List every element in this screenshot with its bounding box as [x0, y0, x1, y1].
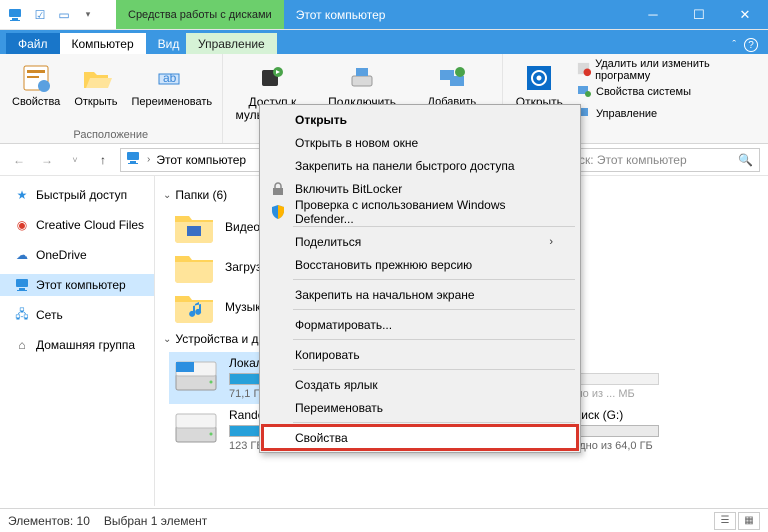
- ctx-defender[interactable]: Проверка с использованием Windows Defend…: [263, 200, 577, 223]
- tab-file[interactable]: Файл: [6, 33, 60, 54]
- ctx-copy[interactable]: Копировать: [263, 343, 577, 366]
- uninstall-icon: [576, 61, 591, 77]
- nav-creative-cloud[interactable]: ◉Creative Cloud Files: [0, 214, 154, 236]
- svg-text:ab: ab: [163, 71, 177, 85]
- ribbon-collapse-icon[interactable]: ˆ: [732, 39, 736, 51]
- ribbon-sysprops-button[interactable]: Свойства системы: [572, 80, 762, 102]
- ribbon-manage-button[interactable]: Управление: [572, 102, 762, 124]
- settings-open-icon: [523, 62, 555, 94]
- address-pc-icon: [125, 150, 141, 169]
- properties-icon: [20, 62, 52, 94]
- view-icons-button[interactable]: ▦: [738, 512, 760, 530]
- ctx-new-window[interactable]: Открыть в новом окне: [263, 131, 577, 154]
- ctx-properties[interactable]: Свойства: [263, 426, 577, 449]
- drive-icon: [173, 356, 219, 396]
- nav-network[interactable]: 🖧Сеть: [0, 304, 154, 326]
- ctx-shortcut[interactable]: Создать ярлык: [263, 373, 577, 396]
- minimize-button[interactable]: ─: [630, 0, 676, 29]
- shield-icon: [269, 203, 287, 221]
- qat-dropdown-icon[interactable]: ▾: [80, 8, 96, 22]
- star-icon: ★: [14, 187, 30, 203]
- nav-forward-button[interactable]: →: [36, 149, 58, 171]
- bitlocker-icon: [269, 180, 287, 198]
- ribbon-properties-button[interactable]: Свойства: [6, 58, 66, 127]
- ribbon-group-location: Расположение: [6, 127, 216, 141]
- open-icon: [80, 62, 112, 94]
- status-item-count: Элементов: 10: [8, 514, 90, 528]
- network-icon: 🖧: [14, 307, 30, 323]
- search-icon: 🔍: [738, 153, 753, 167]
- status-selected: Выбран 1 элемент: [104, 514, 207, 528]
- qat-properties-icon[interactable]: ▭: [56, 8, 72, 22]
- ctx-restore[interactable]: Восстановить прежнюю версию: [263, 253, 577, 276]
- map-drive-icon: [346, 62, 378, 94]
- view-details-button[interactable]: ☰: [714, 512, 736, 530]
- tab-computer[interactable]: Компьютер: [60, 33, 146, 54]
- ctx-open[interactable]: Открыть: [263, 108, 577, 131]
- help-icon[interactable]: ?: [744, 38, 758, 52]
- context-menu: Открыть Открыть в новом окне Закрепить н…: [259, 104, 581, 453]
- folder-icon: [173, 250, 215, 284]
- homegroup-icon: ⌂: [14, 337, 30, 353]
- nav-up-button[interactable]: ↑: [92, 149, 114, 171]
- ctx-pin-start[interactable]: Закрепить на начальном экране: [263, 283, 577, 306]
- ctx-rename[interactable]: Переименовать: [263, 396, 577, 419]
- chevron-right-icon: ›: [549, 236, 553, 248]
- ctx-pin-quick[interactable]: Закрепить на панели быстрого доступа: [263, 154, 577, 177]
- cc-icon: ◉: [14, 217, 30, 233]
- nav-recent-button[interactable]: ˅: [64, 149, 86, 171]
- ctx-format[interactable]: Форматировать...: [263, 313, 577, 336]
- nav-quick-access[interactable]: ★Быстрый доступ: [0, 184, 154, 206]
- tab-view[interactable]: Вид: [146, 33, 192, 54]
- search-input[interactable]: Поиск: Этот компьютер 🔍: [550, 148, 760, 172]
- qat-checkbox-icon[interactable]: ☑: [32, 8, 48, 22]
- window-title: Этот компьютер: [284, 0, 630, 29]
- contextual-tab-label: Средства работы с дисками: [116, 0, 284, 29]
- breadcrumb-item[interactable]: Этот компьютер: [156, 153, 246, 167]
- nav-homegroup[interactable]: ⌂Домашняя группа: [0, 334, 154, 356]
- folder-icon: [173, 210, 215, 244]
- ctx-share[interactable]: Поделиться›: [263, 230, 577, 253]
- drive-icon: [173, 408, 219, 448]
- ribbon-open-button[interactable]: Открыть: [68, 58, 123, 127]
- nav-back-button[interactable]: ←: [8, 149, 30, 171]
- ribbon-uninstall-button[interactable]: Удалить или изменить программу: [572, 58, 762, 80]
- tab-manage[interactable]: Управление: [186, 33, 277, 54]
- navigation-pane: ★Быстрый доступ ◉Creative Cloud Files ☁O…: [0, 176, 155, 506]
- rename-icon: ab: [155, 62, 187, 94]
- close-button[interactable]: ✕: [722, 0, 768, 29]
- caret-down-icon: ⌄: [163, 190, 171, 201]
- ribbon-rename-button[interactable]: ab Переименовать: [126, 58, 216, 127]
- sysprops-icon: [576, 83, 592, 99]
- breadcrumb-chevron-icon[interactable]: ›: [147, 154, 150, 165]
- media-icon: [256, 62, 288, 94]
- add-network-icon: [436, 62, 468, 94]
- caret-down-icon: ⌄: [163, 334, 171, 345]
- folder-icon: [173, 290, 215, 324]
- cloud-icon: ☁: [14, 247, 30, 263]
- nav-this-pc[interactable]: Этот компьютер: [0, 274, 154, 296]
- pc-icon: [14, 277, 30, 293]
- maximize-button[interactable]: ☐: [676, 0, 722, 29]
- nav-onedrive[interactable]: ☁OneDrive: [0, 244, 154, 266]
- system-menu-icon[interactable]: [0, 0, 30, 29]
